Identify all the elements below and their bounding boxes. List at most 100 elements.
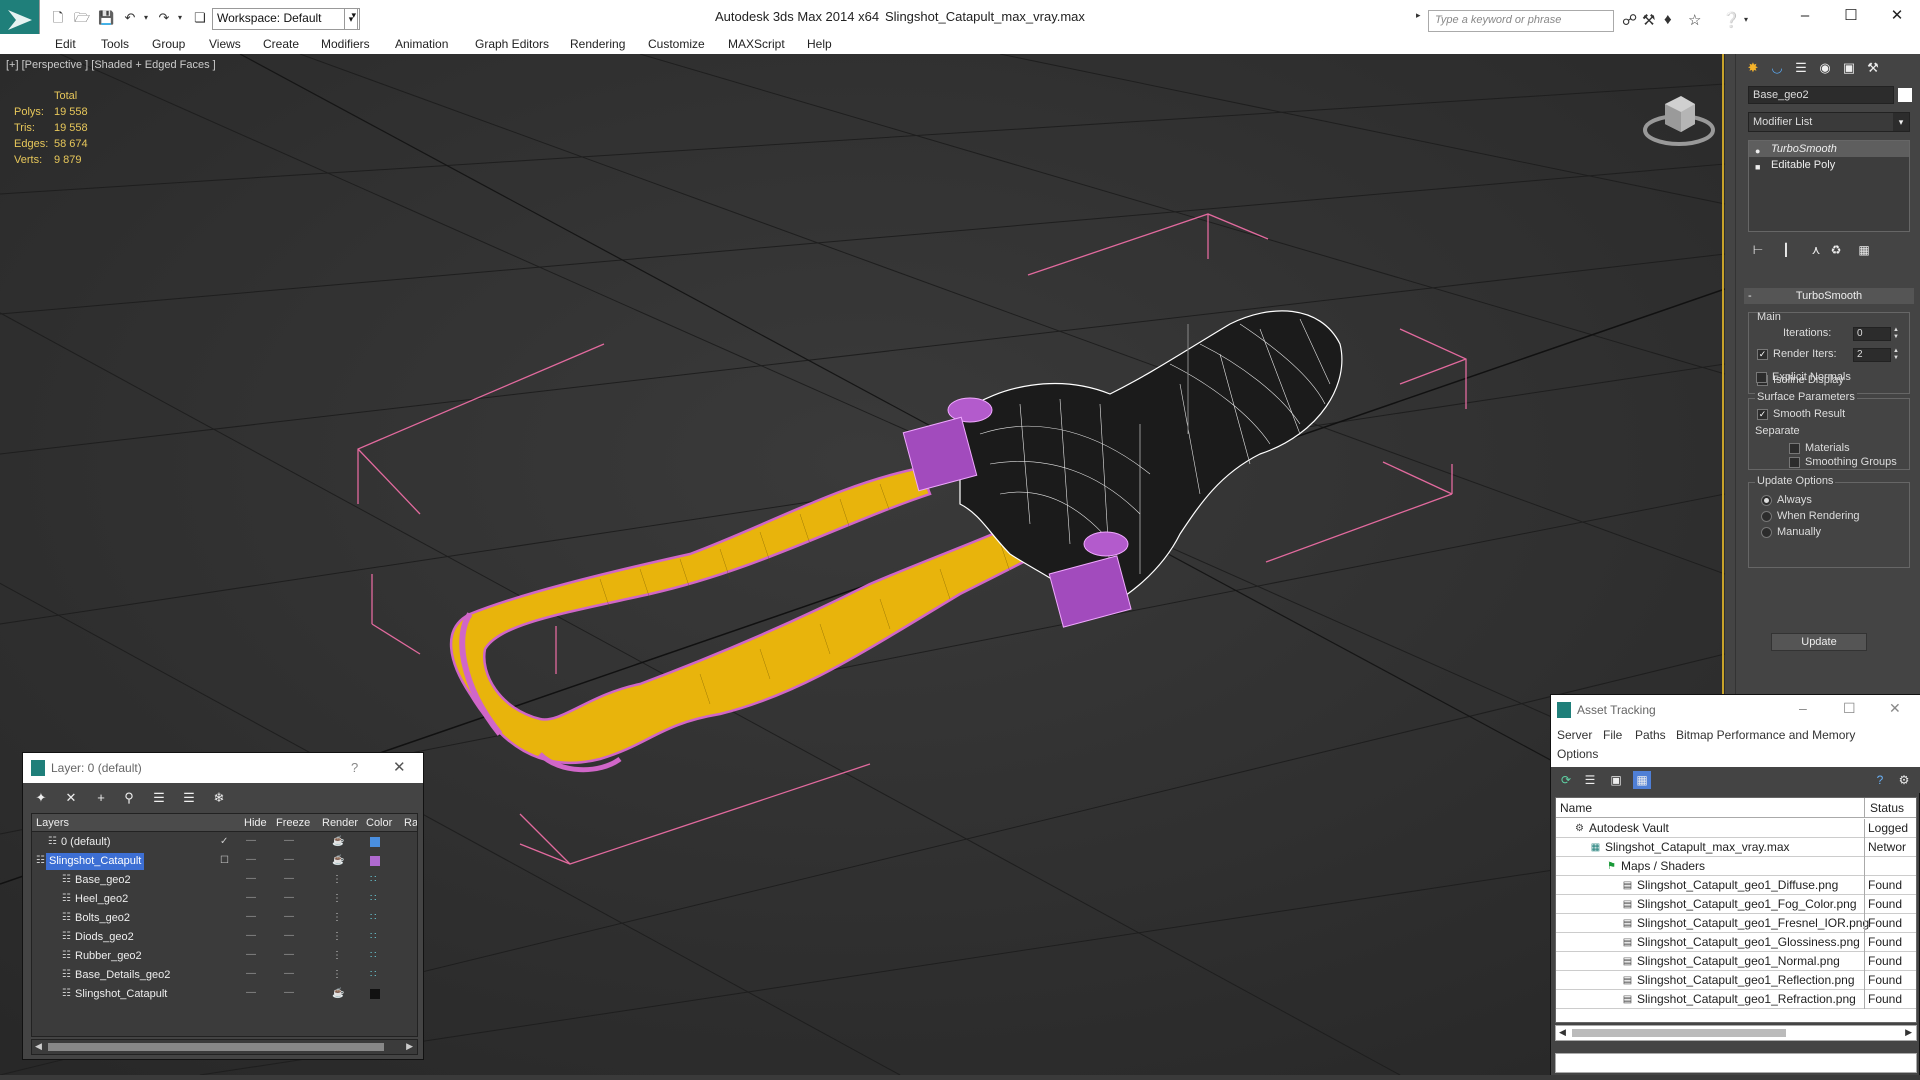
asset-row[interactable]: ▤ Slingshot_Catapult_geo1_Diffuse.png Foun… <box>1556 876 1916 895</box>
freeze-toggle[interactable]: — <box>284 911 294 922</box>
show-end-result-icon[interactable]: ┃ <box>1776 240 1796 260</box>
menu-animation[interactable]: Animation <box>395 37 448 51</box>
layer-row[interactable]: ☷ Heel_geo2 — — ⋮ ∷ <box>32 890 417 909</box>
object-name-field[interactable]: Base_geo2 <box>1748 86 1894 104</box>
layer-row[interactable]: ☷ Slingshot_Catapult — — ☕ <box>32 985 417 1004</box>
layer-row[interactable]: ☷ Base_geo2 — — ⋮ ∷ <box>32 871 417 890</box>
asset-row[interactable]: ▤ Slingshot_Catapult_geo1_Refraction.png F… <box>1556 990 1916 1009</box>
hide-toggle[interactable]: — <box>246 873 256 884</box>
freeze-all-layers-icon[interactable]: ❄ <box>209 789 229 807</box>
by-layer-color-icon[interactable]: ∷ <box>370 912 376 923</box>
freeze-toggle[interactable]: — <box>284 930 294 941</box>
menu-help[interactable]: Help <box>807 37 832 51</box>
smoothing-groups-checkbox[interactable] <box>1789 457 1800 468</box>
asset-path-field[interactable] <box>1555 1053 1917 1073</box>
col-freeze[interactable]: Freeze <box>276 817 310 829</box>
menu-file[interactable]: File <box>1603 728 1622 742</box>
hide-toggle[interactable]: — <box>246 987 256 998</box>
menu-tools[interactable]: Tools <box>101 37 129 51</box>
col-name[interactable]: Name <box>1560 801 1592 815</box>
expand-plus-icon[interactable]: ■ <box>1755 159 1760 175</box>
layer-name[interactable]: Slingshot_Catapult <box>72 986 170 1003</box>
favorites-star-icon[interactable]: ☆ <box>1688 11 1701 29</box>
communication-icon[interactable]: ♦ <box>1664 11 1672 28</box>
scroll-right-icon[interactable]: ▶ <box>1905 1027 1912 1038</box>
asset-row[interactable]: ▤ Slingshot_Catapult_geo1_Glossiness.png F… <box>1556 933 1916 952</box>
layer-color-swatch[interactable] <box>370 989 380 999</box>
help-button[interactable]: ? <box>351 760 358 775</box>
layer-row[interactable]: ☷ Bolts_geo2 — — ⋮ ∷ <box>32 909 417 928</box>
freeze-toggle[interactable]: — <box>284 835 294 846</box>
subscription-icon[interactable]: ⚒ <box>1642 11 1655 29</box>
menu-paths[interactable]: Paths <box>1635 728 1666 742</box>
create-tab-icon[interactable]: ✸ <box>1742 58 1764 78</box>
dialog-title-bar[interactable]: Layer: 0 (default) ? ✕ <box>23 753 423 783</box>
thumbnail-view-icon[interactable]: ▣ <box>1607 771 1625 789</box>
maximize-button[interactable]: ☐ <box>1836 6 1866 26</box>
freeze-toggle[interactable]: — <box>284 854 294 865</box>
redo-dropdown-icon[interactable]: ▾ <box>172 10 188 26</box>
when-rendering-radio[interactable] <box>1761 511 1772 522</box>
save-file-icon[interactable]: 💾 <box>98 10 114 26</box>
close-icon[interactable]: ✕ <box>393 758 406 776</box>
add-to-layer-icon[interactable]: + <box>91 789 111 807</box>
hide-toggle[interactable]: — <box>246 968 256 979</box>
layer-row[interactable]: ☷ Base_Details_geo2 — — ⋮ ∷ <box>32 966 417 985</box>
create-layer-icon[interactable]: ✦ <box>31 789 51 807</box>
render-teapot-icon[interactable]: ⋮ <box>332 950 342 961</box>
motion-tab-icon[interactable]: ◉ <box>1814 58 1836 78</box>
layer-row[interactable]: ☷ 0 (default) — — ☕ ✓ <box>32 833 417 852</box>
layer-name[interactable]: Base_Details_geo2 <box>72 967 173 984</box>
utilities-tab-icon[interactable]: ⚒ <box>1862 58 1884 78</box>
help-icon[interactable]: ❔ <box>1722 11 1741 29</box>
column-separator[interactable] <box>1864 798 1865 818</box>
iterations-spinner[interactable]: 0 <box>1853 327 1891 341</box>
layer-row[interactable]: ☷ Rubber_geo2 — — ⋮ ∷ <box>32 947 417 966</box>
render-iters-spinner[interactable]: 2 <box>1853 348 1891 362</box>
pin-stack-icon[interactable]: ⊢ <box>1748 240 1768 260</box>
modifier-list-dropdown[interactable]: Modifier List ▾ <box>1748 112 1910 132</box>
refresh-icon[interactable]: ⟳ <box>1557 771 1575 789</box>
menu-group[interactable]: Group <box>152 37 185 51</box>
menu-rendering[interactable]: Rendering <box>570 37 625 51</box>
display-tab-icon[interactable]: ▣ <box>1838 58 1860 78</box>
scroll-thumb[interactable] <box>48 1043 384 1051</box>
render-teapot-icon[interactable]: ⋮ <box>332 874 342 885</box>
delete-layer-icon[interactable]: ✕ <box>61 789 81 807</box>
by-layer-color-icon[interactable]: ∷ <box>370 931 376 942</box>
undo-dropdown-icon[interactable]: ▾ <box>138 10 154 26</box>
col-status[interactable]: Status <box>1870 801 1904 815</box>
menu-graph-editors[interactable]: Graph Editors <box>475 37 549 51</box>
layer-name[interactable]: Bolts_geo2 <box>72 910 133 927</box>
scroll-right-icon[interactable]: ▶ <box>406 1041 413 1052</box>
minimize-icon[interactable]: – <box>1799 700 1807 716</box>
menu-server[interactable]: Server <box>1557 728 1592 742</box>
layer-color-swatch[interactable] <box>370 856 380 866</box>
render-teapot-icon[interactable]: ⋮ <box>332 969 342 980</box>
update-button[interactable]: Update <box>1771 633 1867 651</box>
current-layer-check-icon[interactable]: ✓ <box>220 836 228 847</box>
menu-create[interactable]: Create <box>263 37 299 51</box>
asset-row[interactable]: ▦ Slingshot_Catapult_max_vray.max Networ <box>1556 838 1916 857</box>
freeze-toggle[interactable]: — <box>284 968 294 979</box>
make-current-checkbox[interactable]: ☐ <box>220 855 229 866</box>
maximize-icon[interactable]: ☐ <box>1843 700 1856 717</box>
spinner-arrows-icon[interactable]: ▲ ▼ <box>1892 348 1900 362</box>
close-icon[interactable]: ✕ <box>1889 700 1901 717</box>
make-unique-icon[interactable]: ⋏ <box>1806 240 1826 260</box>
quick-access-dropdown[interactable]: ▾ <box>344 8 358 30</box>
layer-color-swatch[interactable] <box>370 837 380 847</box>
freeze-toggle[interactable]: — <box>284 949 294 960</box>
settings-icon[interactable]: ⚙ <box>1895 771 1913 789</box>
open-file-icon[interactable]: 🗁 <box>74 10 90 26</box>
render-teapot-icon[interactable]: ⋮ <box>332 893 342 904</box>
dialog-title-bar[interactable]: Asset Tracking – ☐ ✕ <box>1551 695 1920 725</box>
close-button[interactable]: ✕ <box>1882 6 1912 26</box>
layer-row[interactable]: ☷ Diods_geo2 — — ⋮ ∷ <box>32 928 417 947</box>
spinner-arrows-icon[interactable]: ▲ ▼ <box>1892 327 1900 341</box>
render-teapot-icon[interactable]: ⋮ <box>332 931 342 942</box>
hide-toggle[interactable]: — <box>246 892 256 903</box>
stack-item-editable-poly[interactable]: ■ Editable Poly <box>1749 157 1909 173</box>
asset-row[interactable]: ▤ Slingshot_Catapult_geo1_Normal.png Found <box>1556 952 1916 971</box>
materials-checkbox[interactable] <box>1789 443 1800 454</box>
